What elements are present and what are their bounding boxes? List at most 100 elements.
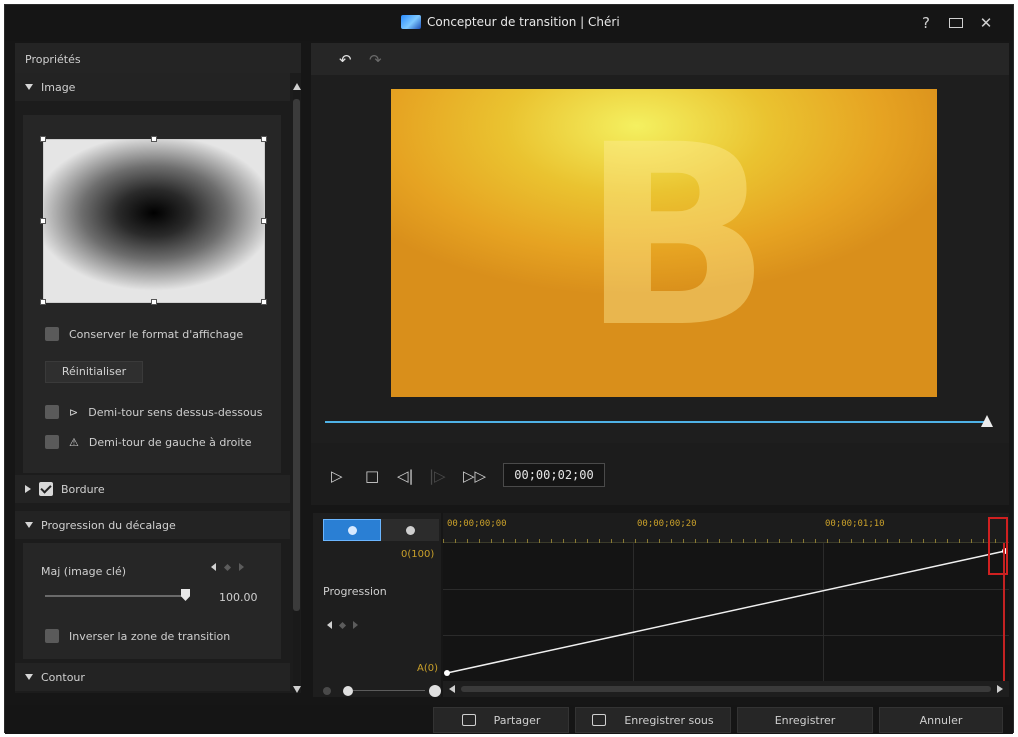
fast-forward-button[interactable]: ▷▷ bbox=[463, 467, 486, 485]
timecode-display[interactable]: 00;00;02;00 bbox=[503, 463, 605, 487]
reset-button[interactable]: Réinitialiser bbox=[45, 361, 143, 383]
share-label: Partager bbox=[493, 713, 541, 727]
keep-aspect-row[interactable]: Conserver le format d'affichage bbox=[45, 327, 243, 341]
save-button[interactable]: Enregistrer bbox=[737, 707, 873, 733]
flip-horizontal-label: Demi-tour de gauche à droite bbox=[88, 435, 252, 449]
resize-handle-bottom[interactable] bbox=[151, 299, 157, 305]
track-min-value: A(0) bbox=[417, 663, 439, 674]
window-controls: ? ✕ bbox=[919, 14, 993, 32]
border-section-title: Bordure bbox=[61, 482, 105, 496]
title-bar: Concepteur de transition | Chéri ? ✕ bbox=[5, 5, 1013, 41]
track-max-value: 0(100) bbox=[401, 549, 435, 560]
editor-toolbar: ↶ ↷ bbox=[311, 43, 1009, 75]
offset-slider[interactable] bbox=[45, 595, 187, 597]
offset-value[interactable]: 100.00 bbox=[219, 591, 258, 604]
contour-section-header[interactable]: Contour bbox=[15, 663, 290, 691]
collapse-icon bbox=[25, 84, 33, 90]
zoom-out-icon[interactable] bbox=[323, 687, 331, 695]
start-keyframe-point[interactable] bbox=[444, 670, 450, 676]
clock-icon bbox=[405, 525, 415, 535]
play-button[interactable]: ▷ bbox=[331, 467, 343, 485]
keep-aspect-label: Conserver le format d'affichage bbox=[69, 327, 244, 341]
clock-icon bbox=[347, 525, 357, 535]
save-as-button[interactable]: Enregistrer sous bbox=[575, 707, 731, 733]
resize-handle-right[interactable] bbox=[261, 218, 267, 224]
properties-panel: Propriétés Image Conserver le format d'a… bbox=[15, 43, 301, 693]
timeline-hscrollbar[interactable] bbox=[443, 681, 1009, 697]
next-keyframe-icon[interactable] bbox=[353, 621, 358, 629]
stop-button[interactable]: □ bbox=[365, 467, 379, 485]
preview-area: B bbox=[311, 75, 1009, 443]
keyframe-timeline[interactable]: 00;00;00;00 00;00;00;20 00;00;01;10 bbox=[443, 513, 1009, 697]
redo-icon[interactable]: ↷ bbox=[369, 51, 382, 69]
prev-keyframe-icon[interactable] bbox=[211, 563, 216, 571]
playhead-line[interactable] bbox=[1003, 543, 1005, 681]
resize-handle-top-left[interactable] bbox=[40, 136, 46, 142]
share-icon bbox=[461, 714, 476, 726]
zoom-slider-handle[interactable] bbox=[343, 686, 353, 696]
expand-icon bbox=[25, 485, 31, 493]
timeline-zoom bbox=[323, 685, 441, 697]
add-keyframe-icon[interactable] bbox=[223, 563, 232, 571]
add-keyframe-icon[interactable] bbox=[338, 621, 347, 629]
resize-handle-top[interactable] bbox=[151, 136, 157, 142]
next-keyframe-icon[interactable] bbox=[239, 563, 244, 571]
footer-bar: Partager Enregistrer sous Enregistrer An… bbox=[5, 705, 1013, 734]
transition-mask-image[interactable] bbox=[40, 136, 267, 305]
image-section-header[interactable]: Image bbox=[15, 73, 290, 101]
playback-controls: ▷ □ ◁| |▷ ▷▷ 00;00;02;00 bbox=[311, 443, 1009, 505]
invert-zone-row[interactable]: Inverser la zone de transition bbox=[45, 629, 230, 643]
cancel-button[interactable]: Annuler bbox=[879, 707, 1003, 733]
zoom-in-icon[interactable] bbox=[429, 685, 441, 697]
max-keyframe-label: Maj (image clé) bbox=[41, 565, 126, 578]
flip-horizontal-checkbox[interactable] bbox=[45, 435, 59, 449]
invert-zone-checkbox[interactable] bbox=[45, 629, 59, 643]
scroll-right-icon[interactable] bbox=[997, 685, 1003, 693]
help-button[interactable]: ? bbox=[919, 14, 933, 32]
save-as-label: Enregistrer sous bbox=[624, 713, 714, 727]
collapse-icon bbox=[25, 674, 33, 680]
timeline-mode-keyframe[interactable] bbox=[323, 519, 381, 541]
flip-vertical-row[interactable]: ⊳ Demi-tour sens dessus-dessous bbox=[45, 405, 262, 419]
resize-handle-bottom-left[interactable] bbox=[40, 299, 46, 305]
scroll-down-icon[interactable] bbox=[293, 686, 301, 693]
properties-scroll-thumb[interactable] bbox=[293, 99, 300, 611]
prev-keyframe-icon[interactable] bbox=[327, 621, 332, 629]
track-label: Progression bbox=[323, 585, 387, 598]
save-icon bbox=[592, 714, 607, 726]
preview-scrub-bar[interactable] bbox=[325, 421, 987, 423]
timeline-scroll-thumb[interactable] bbox=[461, 686, 991, 692]
maximize-icon bbox=[949, 18, 963, 28]
transition-designer-window: Concepteur de transition | Chéri ? ✕ Pro… bbox=[4, 4, 1014, 734]
resize-handle-top-right[interactable] bbox=[261, 136, 267, 142]
scroll-up-icon[interactable] bbox=[293, 83, 301, 90]
undo-icon[interactable]: ↶ bbox=[339, 51, 352, 69]
next-frame-button[interactable]: |▷ bbox=[429, 467, 446, 485]
flip-horizontal-row[interactable]: ⚠ Demi-tour de gauche à droite bbox=[45, 435, 251, 449]
image-section-title: Image bbox=[41, 80, 76, 94]
preview-image: B bbox=[391, 89, 937, 397]
border-section-header[interactable]: Bordure bbox=[15, 475, 290, 503]
flip-horizontal-icon: ⚠ bbox=[69, 435, 79, 449]
zoom-slider[interactable] bbox=[353, 690, 425, 691]
collapse-icon bbox=[25, 522, 33, 528]
progression-curve[interactable] bbox=[446, 550, 1006, 674]
app-logo-icon bbox=[401, 15, 421, 29]
resize-handle-left[interactable] bbox=[40, 218, 46, 224]
close-button[interactable]: ✕ bbox=[979, 14, 993, 32]
keyframe-track-header: 0(100) Progression A(0) bbox=[313, 513, 441, 697]
contour-section-title: Contour bbox=[41, 670, 85, 684]
scroll-left-icon[interactable] bbox=[449, 685, 455, 693]
window-title: Concepteur de transition | Chéri bbox=[427, 15, 620, 29]
keep-aspect-checkbox[interactable] bbox=[45, 327, 59, 341]
flip-vertical-icon: ⊳ bbox=[69, 405, 79, 419]
resize-handle-bottom-right[interactable] bbox=[261, 299, 267, 305]
share-button[interactable]: Partager bbox=[433, 707, 569, 733]
flip-vertical-checkbox[interactable] bbox=[45, 405, 59, 419]
timeline-mode-time[interactable] bbox=[381, 519, 439, 541]
border-checkbox[interactable] bbox=[39, 482, 53, 496]
offset-section-header[interactable]: Progression du décalage bbox=[15, 511, 290, 539]
previous-frame-button[interactable]: ◁| bbox=[397, 467, 414, 485]
properties-header: Propriétés bbox=[15, 43, 301, 73]
maximize-button[interactable] bbox=[949, 14, 963, 32]
